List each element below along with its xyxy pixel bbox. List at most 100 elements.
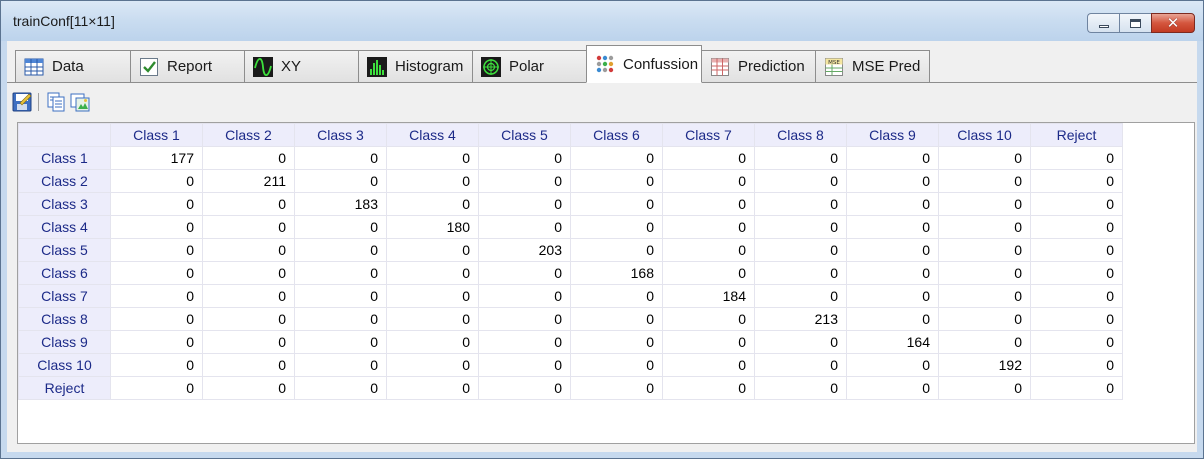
matrix-cell[interactable]: 0 bbox=[938, 376, 1031, 400]
matrix-cell[interactable]: 0 bbox=[938, 146, 1031, 170]
title-bar[interactable]: trainConf[11×11] ✕ bbox=[1, 1, 1203, 41]
matrix-cell[interactable]: 0 bbox=[294, 215, 387, 239]
matrix-cell[interactable]: 0 bbox=[386, 192, 479, 216]
matrix-cell[interactable]: 0 bbox=[662, 146, 755, 170]
matrix-cell[interactable]: 0 bbox=[846, 284, 939, 308]
matrix-cell[interactable]: 0 bbox=[110, 169, 203, 193]
matrix-cell[interactable]: 0 bbox=[662, 238, 755, 262]
matrix-cell[interactable]: 0 bbox=[386, 284, 479, 308]
tab-polar[interactable]: Polar bbox=[472, 50, 587, 82]
export-image-icon[interactable] bbox=[69, 91, 91, 113]
close-button[interactable]: ✕ bbox=[1151, 13, 1195, 33]
matrix-cell[interactable]: 0 bbox=[938, 215, 1031, 239]
matrix-cell[interactable]: 0 bbox=[1030, 169, 1123, 193]
tab-mse-pred[interactable]: MSE MSE Pred bbox=[815, 50, 930, 82]
matrix-cell[interactable]: 0 bbox=[478, 330, 571, 354]
matrix-cell[interactable]: 211 bbox=[202, 169, 295, 193]
matrix-cell[interactable]: 0 bbox=[202, 192, 295, 216]
row-header[interactable]: Reject bbox=[18, 376, 111, 400]
matrix-cell[interactable]: 0 bbox=[846, 353, 939, 377]
matrix-cell[interactable]: 0 bbox=[294, 284, 387, 308]
matrix-cell[interactable]: 0 bbox=[294, 238, 387, 262]
matrix-cell[interactable]: 0 bbox=[478, 261, 571, 285]
column-header[interactable]: Class 3 bbox=[294, 123, 387, 147]
matrix-cell[interactable]: 0 bbox=[570, 169, 663, 193]
matrix-cell[interactable]: 0 bbox=[294, 169, 387, 193]
matrix-cell[interactable]: 0 bbox=[1030, 376, 1123, 400]
matrix-cell[interactable]: 0 bbox=[202, 261, 295, 285]
matrix-cell[interactable]: 0 bbox=[386, 146, 479, 170]
row-header[interactable]: Class 10 bbox=[18, 353, 111, 377]
matrix-cell[interactable]: 0 bbox=[202, 376, 295, 400]
matrix-cell[interactable]: 0 bbox=[386, 376, 479, 400]
matrix-cell[interactable]: 0 bbox=[662, 169, 755, 193]
matrix-cell[interactable]: 0 bbox=[478, 307, 571, 331]
matrix-cell[interactable]: 0 bbox=[938, 192, 1031, 216]
matrix-cell[interactable]: 0 bbox=[846, 261, 939, 285]
column-header[interactable]: Class 4 bbox=[386, 123, 479, 147]
matrix-cell[interactable]: 0 bbox=[202, 353, 295, 377]
matrix-cell[interactable]: 0 bbox=[662, 376, 755, 400]
matrix-cell[interactable]: 0 bbox=[1030, 192, 1123, 216]
matrix-cell[interactable]: 0 bbox=[662, 215, 755, 239]
matrix-cell[interactable]: 0 bbox=[110, 238, 203, 262]
matrix-cell[interactable]: 0 bbox=[570, 376, 663, 400]
row-header[interactable]: Class 2 bbox=[18, 169, 111, 193]
matrix-cell[interactable]: 0 bbox=[1030, 261, 1123, 285]
matrix-cell[interactable]: 203 bbox=[478, 238, 571, 262]
matrix-cell[interactable]: 164 bbox=[846, 330, 939, 354]
matrix-cell[interactable]: 0 bbox=[110, 261, 203, 285]
row-header[interactable]: Class 3 bbox=[18, 192, 111, 216]
matrix-cell[interactable]: 0 bbox=[1030, 353, 1123, 377]
matrix-cell[interactable]: 0 bbox=[754, 238, 847, 262]
matrix-cell[interactable]: 177 bbox=[110, 146, 203, 170]
matrix-cell[interactable]: 0 bbox=[846, 376, 939, 400]
matrix-cell[interactable]: 0 bbox=[662, 353, 755, 377]
tab-report[interactable]: Report bbox=[130, 50, 245, 82]
matrix-cell[interactable]: 0 bbox=[294, 261, 387, 285]
matrix-cell[interactable]: 0 bbox=[846, 169, 939, 193]
matrix-cell[interactable]: 0 bbox=[570, 307, 663, 331]
matrix-cell[interactable]: 0 bbox=[294, 307, 387, 331]
matrix-cell[interactable]: 0 bbox=[1030, 215, 1123, 239]
matrix-cell[interactable]: 0 bbox=[478, 353, 571, 377]
column-header[interactable]: Class 7 bbox=[662, 123, 755, 147]
row-header[interactable]: Class 6 bbox=[18, 261, 111, 285]
matrix-cell[interactable]: 0 bbox=[754, 284, 847, 308]
matrix-cell[interactable]: 0 bbox=[386, 238, 479, 262]
matrix-cell[interactable]: 213 bbox=[754, 307, 847, 331]
matrix-cell[interactable]: 0 bbox=[386, 169, 479, 193]
matrix-cell[interactable]: 0 bbox=[478, 192, 571, 216]
row-header[interactable]: Class 4 bbox=[18, 215, 111, 239]
matrix-cell[interactable]: 0 bbox=[938, 238, 1031, 262]
matrix-cell[interactable]: 0 bbox=[202, 146, 295, 170]
matrix-cell[interactable]: 0 bbox=[294, 146, 387, 170]
matrix-cell[interactable]: 0 bbox=[478, 215, 571, 239]
matrix-cell[interactable]: 0 bbox=[202, 330, 295, 354]
matrix-cell[interactable]: 0 bbox=[202, 238, 295, 262]
matrix-cell[interactable]: 0 bbox=[662, 330, 755, 354]
matrix-cell[interactable]: 0 bbox=[570, 353, 663, 377]
tab-data[interactable]: Data bbox=[15, 50, 131, 82]
matrix-cell[interactable]: 0 bbox=[754, 353, 847, 377]
row-header[interactable]: Class 7 bbox=[18, 284, 111, 308]
matrix-cell[interactable]: 0 bbox=[294, 330, 387, 354]
matrix-cell[interactable]: 0 bbox=[202, 284, 295, 308]
matrix-cell[interactable]: 0 bbox=[110, 330, 203, 354]
confusion-grid[interactable]: Class 1 Class 2 Class 3 Class 4 Class 5 Class… bbox=[17, 122, 1195, 444]
matrix-cell[interactable]: 0 bbox=[570, 330, 663, 354]
matrix-cell[interactable]: 0 bbox=[110, 284, 203, 308]
matrix-cell[interactable]: 0 bbox=[846, 307, 939, 331]
save-icon[interactable] bbox=[11, 91, 33, 113]
matrix-cell[interactable]: 0 bbox=[478, 284, 571, 308]
matrix-cell[interactable]: 0 bbox=[110, 215, 203, 239]
matrix-cell[interactable]: 0 bbox=[1030, 330, 1123, 354]
matrix-cell[interactable]: 0 bbox=[754, 261, 847, 285]
tab-confussion[interactable]: Confussion bbox=[586, 45, 702, 83]
matrix-cell[interactable]: 168 bbox=[570, 261, 663, 285]
matrix-cell[interactable]: 0 bbox=[754, 169, 847, 193]
column-header[interactable]: Class 1 bbox=[110, 123, 203, 147]
matrix-cell[interactable]: 192 bbox=[938, 353, 1031, 377]
tab-xy[interactable]: XY bbox=[244, 50, 359, 82]
matrix-cell[interactable]: 0 bbox=[1030, 146, 1123, 170]
